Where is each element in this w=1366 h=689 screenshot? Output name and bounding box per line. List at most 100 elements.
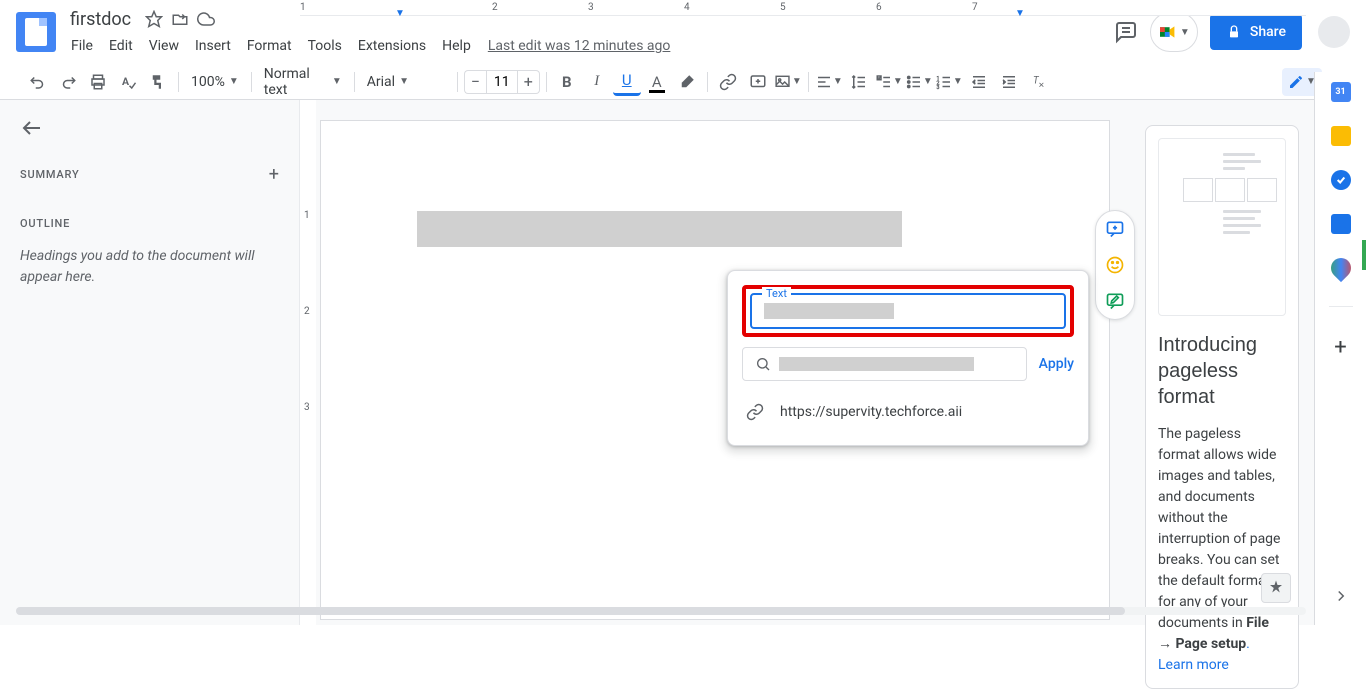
clear-format-button[interactable]: T✕ <box>1025 68 1053 96</box>
comment-history-icon[interactable] <box>1114 20 1138 44</box>
menu-extensions[interactable]: Extensions <box>351 34 433 58</box>
last-edit-link[interactable]: Last edit was 12 minutes ago <box>488 38 671 54</box>
spellcheck-button[interactable]: A <box>114 68 142 96</box>
numbered-list-button[interactable]: 123▼ <box>935 68 963 96</box>
font-size-increase[interactable]: + <box>518 70 540 94</box>
print-button[interactable] <box>84 68 112 96</box>
add-comment-icon[interactable] <box>1105 219 1125 239</box>
active-app-marker <box>1362 240 1366 270</box>
bold-button[interactable]: B <box>553 68 581 96</box>
link-icon <box>746 403 764 421</box>
pageless-preview <box>1158 138 1286 316</box>
explore-button[interactable] <box>1261 573 1291 603</box>
contacts-app-icon[interactable] <box>1331 214 1351 234</box>
pencil-icon <box>1288 74 1304 90</box>
outline-hint: Headings you add to the document will ap… <box>20 246 279 288</box>
add-comment-button[interactable] <box>744 68 772 96</box>
share-label: Share <box>1250 24 1286 40</box>
menu-edit[interactable]: Edit <box>102 34 140 58</box>
highlighted-region: Text <box>742 285 1074 337</box>
maps-app-icon[interactable] <box>1326 254 1354 282</box>
underline-button[interactable]: U <box>613 68 641 96</box>
font-size-group: − + <box>464 70 540 94</box>
meet-button[interactable]: ▼ <box>1150 12 1198 52</box>
menu-view[interactable]: View <box>142 34 186 58</box>
link-text-value <box>764 303 894 319</box>
toolbar: A 100%▼ Normal text▼ Arial▼ − + B I U A … <box>0 64 1366 100</box>
menu-help[interactable]: Help <box>435 34 478 58</box>
link-text-label: Text <box>762 287 791 300</box>
right-indent-marker[interactable]: ▼ <box>1015 8 1025 19</box>
add-addon-button[interactable]: + <box>1334 335 1346 360</box>
menu-file[interactable]: File <box>64 34 100 58</box>
cloud-status-icon[interactable] <box>197 10 215 28</box>
document-title[interactable]: firstdoc <box>64 7 137 32</box>
star-icon[interactable] <box>145 10 163 28</box>
share-button[interactable]: Share <box>1210 14 1302 50</box>
link-suggestion-item[interactable]: https://supervity.techforce.aii <box>742 393 1074 431</box>
left-indent-marker[interactable]: ▼ <box>395 8 405 19</box>
suggest-edit-icon[interactable] <box>1105 291 1125 311</box>
search-icon <box>755 356 771 372</box>
insert-link-button[interactable] <box>714 68 742 96</box>
link-suggestion-url: https://supervity.techforce.aii <box>780 404 962 420</box>
outline-panel: SUMMARY + OUTLINE Headings you add to th… <box>0 100 300 625</box>
outline-close-button[interactable] <box>20 116 44 140</box>
lock-icon <box>1226 24 1242 40</box>
link-text-field[interactable]: Text <box>750 293 1066 329</box>
indent-increase-button[interactable] <box>995 68 1023 96</box>
keep-app-icon[interactable] <box>1331 126 1351 146</box>
font-size-input[interactable] <box>486 70 518 94</box>
italic-button[interactable]: I <box>583 68 611 96</box>
undo-button[interactable] <box>24 68 52 96</box>
paint-format-button[interactable] <box>144 68 172 96</box>
svg-text:✕: ✕ <box>1038 80 1044 89</box>
font-size-decrease[interactable]: − <box>464 70 486 94</box>
header-right: ▼ Share <box>1114 12 1358 52</box>
docs-logo[interactable] <box>16 12 56 52</box>
font-select[interactable]: Arial▼ <box>361 68 451 96</box>
menu-tools[interactable]: Tools <box>301 34 349 58</box>
move-icon[interactable] <box>171 10 189 28</box>
text-color-button[interactable]: A <box>643 68 671 96</box>
summary-label: SUMMARY <box>20 168 79 181</box>
insert-image-button[interactable]: ▼ <box>774 68 802 96</box>
chevron-down-icon: ▼ <box>1180 27 1190 38</box>
emoji-reaction-icon[interactable] <box>1105 255 1125 275</box>
info-card-title: Introducing pageless format <box>1158 332 1286 410</box>
hide-side-panel-button[interactable] <box>1332 587 1350 605</box>
indent-decrease-button[interactable] <box>965 68 993 96</box>
menu-format[interactable]: Format <box>240 34 299 58</box>
svg-text:A: A <box>122 75 130 88</box>
arrow-left-icon <box>20 116 44 140</box>
summary-add-button[interactable]: + <box>269 164 279 185</box>
scrollbar-thumb[interactable] <box>16 607 1125 615</box>
link-search-field[interactable] <box>742 347 1027 381</box>
horizontal-scrollbar[interactable] <box>16 607 1306 615</box>
vertical-ruler[interactable]: 1 2 3 <box>300 100 316 625</box>
apply-link-button[interactable]: Apply <box>1039 356 1074 372</box>
info-card-body: The pageless format allows wide images a… <box>1158 424 1286 676</box>
zoom-select[interactable]: 100%▼ <box>185 68 245 96</box>
line-spacing-button[interactable] <box>845 68 873 96</box>
bullet-list-button[interactable]: ▼ <box>905 68 933 96</box>
user-avatar[interactable] <box>1318 16 1350 48</box>
insert-link-dialog: Text Apply https://supervity.techforce.a… <box>727 270 1089 446</box>
tasks-app-icon[interactable] <box>1331 170 1351 190</box>
outline-label: OUTLINE <box>20 217 279 230</box>
highlight-button[interactable] <box>673 68 701 96</box>
menu-bar: File Edit View Insert Format Tools Exten… <box>64 34 1114 58</box>
pageless-info-card: Introducing pageless format The pageless… <box>1145 125 1299 689</box>
link-search-value <box>779 357 974 371</box>
selected-text-block[interactable] <box>417 211 902 247</box>
redo-button[interactable] <box>54 68 82 96</box>
explore-icon <box>1267 579 1285 597</box>
align-button[interactable]: ▼ <box>815 68 843 96</box>
horizontal-ruler[interactable]: 1 ▼ 2 3 4 5 6 7 ▼ <box>300 0 1306 16</box>
meet-icon <box>1158 24 1178 40</box>
menu-insert[interactable]: Insert <box>188 34 238 58</box>
style-select[interactable]: Normal text▼ <box>258 68 348 96</box>
calendar-app-icon[interactable] <box>1331 82 1351 102</box>
checklist-button[interactable]: ▼ <box>875 68 903 96</box>
side-panel: + <box>1314 72 1366 625</box>
